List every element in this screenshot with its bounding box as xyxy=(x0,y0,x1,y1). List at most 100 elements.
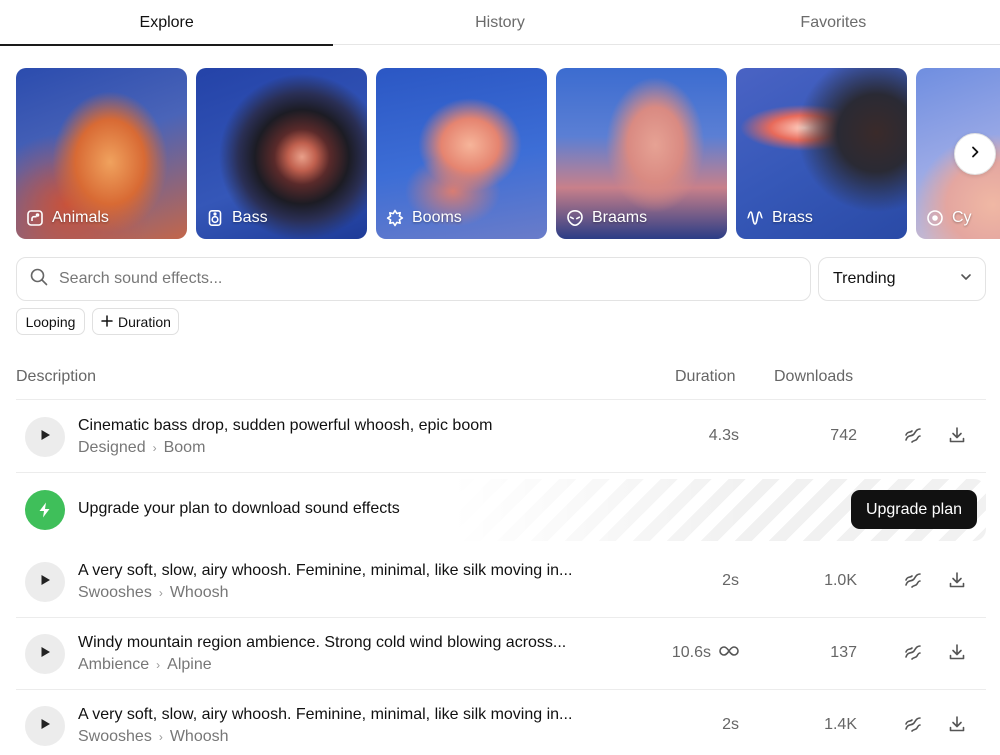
similar-icon xyxy=(903,425,923,450)
category-label: Bass xyxy=(232,209,268,226)
search-box xyxy=(16,257,811,301)
play-button[interactable] xyxy=(25,706,65,746)
category-label: Cy xyxy=(952,209,972,226)
breadcrumb-subcategory[interactable]: Alpine xyxy=(167,656,211,674)
plus-icon xyxy=(101,314,113,330)
duration-value: 2s xyxy=(722,572,739,589)
loop-icon xyxy=(719,644,739,662)
similar-sounds-button[interactable] xyxy=(901,642,925,666)
chevron-right-icon: › xyxy=(158,586,163,600)
upgrade-plan-button[interactable]: Upgrade plan xyxy=(851,490,977,529)
category-label: Braams xyxy=(592,209,648,226)
chip-label: Looping xyxy=(25,313,76,330)
category-label: Brass xyxy=(772,209,813,226)
download-icon xyxy=(947,570,967,595)
filter-duration-chip[interactable]: Duration xyxy=(92,308,179,335)
category-card-booms[interactable]: Booms xyxy=(376,68,547,239)
play-button[interactable] xyxy=(25,562,65,602)
category-breadcrumb: Swooshes › Whoosh xyxy=(78,584,229,602)
sound-title: Windy mountain region ambience. Strong c… xyxy=(78,634,567,651)
download-button[interactable] xyxy=(945,570,969,594)
duration-value: 2s xyxy=(722,716,739,733)
chevron-right-icon: › xyxy=(152,441,157,455)
upgrade-message: Upgrade your plan to download sound effe… xyxy=(78,500,400,517)
tab-bar: Explore History Favorites xyxy=(0,0,1000,46)
alien-icon xyxy=(566,209,584,227)
duration-cell: 4.3s xyxy=(709,427,739,445)
tab-label: Explore xyxy=(139,13,194,31)
play-icon xyxy=(38,573,52,592)
category-breadcrumb: Ambience › Alpine xyxy=(78,656,212,674)
similar-sounds-button[interactable] xyxy=(901,425,925,449)
table-header: Description Duration Downloads xyxy=(16,360,986,400)
chevron-right-icon: › xyxy=(156,658,161,672)
column-header-duration[interactable]: Duration xyxy=(675,368,735,386)
play-icon xyxy=(38,717,52,736)
play-button[interactable] xyxy=(25,634,65,674)
sort-selected-value: Trending xyxy=(833,270,896,287)
similar-sounds-button[interactable] xyxy=(901,714,925,738)
category-label: Booms xyxy=(412,209,462,226)
sound-title: Cinematic bass drop, sudden powerful who… xyxy=(78,417,493,434)
similar-sounds-button[interactable] xyxy=(901,570,925,594)
category-breadcrumb: Designed › Boom xyxy=(78,439,205,457)
chevron-right-icon xyxy=(968,145,982,164)
table-row[interactable]: Cinematic bass drop, sudden powerful who… xyxy=(16,401,986,473)
chevron-right-icon: › xyxy=(158,730,163,744)
category-card-animals[interactable]: Animals xyxy=(16,68,187,239)
sound-title: A very soft, slow, airy whoosh. Feminine… xyxy=(78,706,573,723)
download-button[interactable] xyxy=(945,642,969,666)
table-row[interactable]: A very soft, slow, airy whoosh. Feminine… xyxy=(16,690,986,755)
download-icon xyxy=(947,642,967,667)
table-row[interactable]: A very soft, slow, airy whoosh. Feminine… xyxy=(16,546,986,618)
column-header-downloads[interactable]: Downloads xyxy=(774,368,853,386)
play-icon xyxy=(38,428,52,447)
burst-icon xyxy=(386,209,404,227)
animals-icon xyxy=(26,209,44,227)
tab-label: History xyxy=(475,13,525,31)
upgrade-banner: Upgrade your plan to download sound effe… xyxy=(16,479,986,541)
duration-cell: 2s xyxy=(722,572,739,590)
tab-explore[interactable]: Explore xyxy=(0,0,334,46)
download-button[interactable] xyxy=(945,425,969,449)
category-card-braams[interactable]: Braams xyxy=(556,68,727,239)
breadcrumb-category[interactable]: Ambience xyxy=(78,656,149,674)
carousel-next-button[interactable] xyxy=(954,133,996,175)
chevron-down-icon xyxy=(959,270,973,289)
duration-value: 4.3s xyxy=(708,427,739,444)
tab-history[interactable]: History xyxy=(333,0,666,45)
breadcrumb-subcategory[interactable]: Whoosh xyxy=(170,584,229,602)
downloads-count: 1.4K xyxy=(824,716,857,733)
breadcrumb-category[interactable]: Designed xyxy=(78,439,146,457)
download-button[interactable] xyxy=(945,714,969,738)
download-icon xyxy=(947,714,967,739)
speaker-icon xyxy=(206,209,224,227)
downloads-count: 137 xyxy=(830,644,857,661)
filter-looping-chip[interactable]: Looping xyxy=(16,308,85,335)
play-icon xyxy=(38,645,52,664)
play-button[interactable] xyxy=(25,417,65,457)
sort-dropdown[interactable]: Trending xyxy=(818,257,986,301)
breadcrumb-subcategory[interactable]: Whoosh xyxy=(170,728,229,746)
category-card-bass[interactable]: Bass xyxy=(196,68,367,239)
table-row[interactable]: Windy mountain region ambience. Strong c… xyxy=(16,618,986,690)
breadcrumb-subcategory[interactable]: Boom xyxy=(164,439,206,457)
chip-label: Duration xyxy=(118,313,171,330)
tab-favorites[interactable]: Favorites xyxy=(667,0,1000,45)
tab-label: Favorites xyxy=(800,13,867,31)
duration-cell: 2s xyxy=(722,716,739,734)
breadcrumb-category[interactable]: Swooshes xyxy=(78,584,152,602)
search-input[interactable] xyxy=(59,270,779,288)
download-icon xyxy=(947,425,967,450)
similar-icon xyxy=(903,570,923,595)
waveform-icon xyxy=(746,209,764,227)
column-header-description: Description xyxy=(16,368,97,385)
category-carousel: Animals Bass Booms Braams Brass Cy xyxy=(16,68,1000,240)
category-breadcrumb: Swooshes › Whoosh xyxy=(78,728,229,746)
breadcrumb-category[interactable]: Swooshes xyxy=(78,728,152,746)
downloads-count: 1.0K xyxy=(824,572,857,589)
category-card-brass[interactable]: Brass xyxy=(736,68,907,239)
lightning-icon xyxy=(25,490,65,530)
similar-icon xyxy=(903,714,923,739)
circle-icon xyxy=(926,209,944,227)
